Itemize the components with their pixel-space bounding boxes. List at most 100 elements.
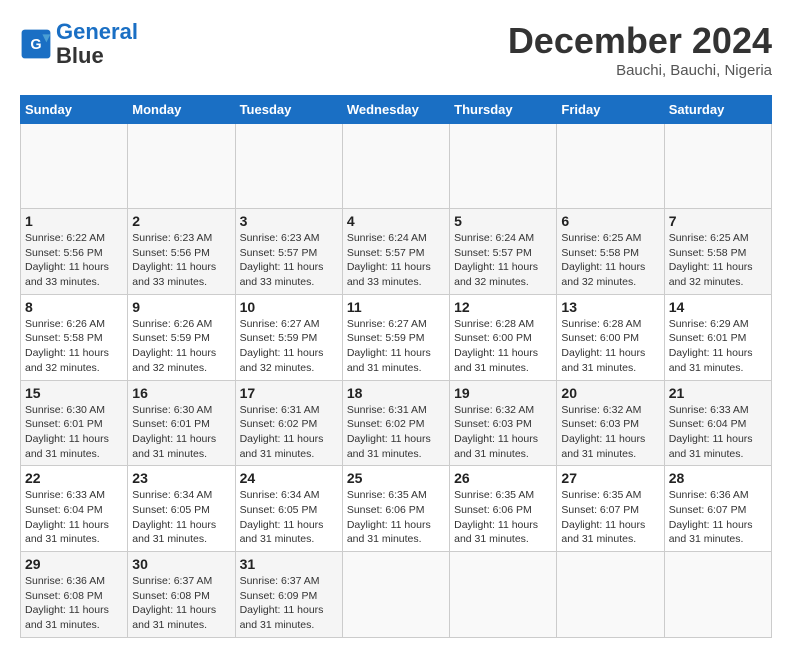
- day-cell: 23Sunrise: 6:34 AMSunset: 6:05 PMDayligh…: [128, 466, 235, 552]
- day-number: 19: [454, 385, 552, 401]
- day-number: 22: [25, 470, 123, 486]
- day-info: Sunrise: 6:33 AMSunset: 6:04 PMDaylight:…: [669, 403, 767, 462]
- day-cell: 2 Sunrise: 6:23 AMSunset: 5:56 PMDaylight…: [128, 209, 235, 295]
- day-info: Sunrise: 6:27 AMSunset: 5:59 PMDaylight:…: [240, 317, 338, 376]
- day-number: 16: [132, 385, 230, 401]
- day-number: 26: [454, 470, 552, 486]
- col-header-wednesday: Wednesday: [342, 96, 449, 124]
- day-cell: [664, 124, 771, 209]
- day-number: 9: [132, 299, 230, 315]
- day-info: Sunrise: 6:33 AMSunset: 6:04 PMDaylight:…: [25, 488, 123, 547]
- day-cell: [450, 124, 557, 209]
- day-cell: 14 Sunrise: 6:29 AMSunset: 6:01 PMDayligh…: [664, 294, 771, 380]
- col-header-monday: Monday: [128, 96, 235, 124]
- day-cell: 30 Sunrise: 6:37 AMSunset: 6:08 PMDayligh…: [128, 552, 235, 638]
- logo-line1: General: [56, 19, 138, 44]
- day-number: 21: [669, 385, 767, 401]
- day-cell: [235, 124, 342, 209]
- col-header-sunday: Sunday: [21, 96, 128, 124]
- location: Bauchi, Bauchi, Nigeria: [508, 62, 772, 79]
- day-cell: 31 Sunrise: 6:37 AMSunset: 6:09 PMDayligh…: [235, 552, 342, 638]
- day-cell: 11Sunrise: 6:27 AMSunset: 5:59 PMDayligh…: [342, 294, 449, 380]
- day-number: 15: [25, 385, 123, 401]
- day-number: 1: [25, 213, 123, 229]
- day-number: 24: [240, 470, 338, 486]
- day-info: Sunrise: 6:36 AMSunset: 6:07 PMDaylight:…: [669, 488, 767, 547]
- day-cell: 28 Sunrise: 6:36 AMSunset: 6:07 PMDayligh…: [664, 466, 771, 552]
- week-row-2: 1Sunrise: 6:22 AMSunset: 5:56 PMDaylight…: [21, 209, 772, 295]
- day-info: Sunrise: 6:25 AMSunset: 5:58 PMDaylight:…: [669, 231, 767, 290]
- day-info: Sunrise: 6:23 AMSunset: 5:57 PMDaylight:…: [240, 231, 338, 290]
- day-number: 27: [561, 470, 659, 486]
- day-info: Sunrise: 6:37 AMSunset: 6:09 PMDaylight:…: [240, 574, 338, 633]
- day-number: 20: [561, 385, 659, 401]
- month-title: December 2024: [508, 20, 772, 62]
- day-number: 28: [669, 470, 767, 486]
- day-info: Sunrise: 6:37 AMSunset: 6:08 PMDaylight:…: [132, 574, 230, 633]
- day-number: 6: [561, 213, 659, 229]
- day-number: 29: [25, 556, 123, 572]
- day-info: Sunrise: 6:26 AMSunset: 5:59 PMDaylight:…: [132, 317, 230, 376]
- day-number: 30: [132, 556, 230, 572]
- day-cell: [342, 552, 449, 638]
- day-info: Sunrise: 6:27 AMSunset: 5:59 PMDaylight:…: [347, 317, 445, 376]
- day-cell: 13 Sunrise: 6:28 AMSunset: 6:00 PMDayligh…: [557, 294, 664, 380]
- day-info: Sunrise: 6:23 AMSunset: 5:56 PMDaylight:…: [132, 231, 230, 290]
- day-number: 31: [240, 556, 338, 572]
- day-cell: 7 Sunrise: 6:25 AMSunset: 5:58 PMDaylight…: [664, 209, 771, 295]
- day-cell: 5Sunrise: 6:24 AMSunset: 5:57 PMDaylight…: [450, 209, 557, 295]
- day-cell: 10Sunrise: 6:27 AMSunset: 5:59 PMDayligh…: [235, 294, 342, 380]
- day-cell: 21 Sunrise: 6:33 AMSunset: 6:04 PMDayligh…: [664, 380, 771, 466]
- day-cell: 25Sunrise: 6:35 AMSunset: 6:06 PMDayligh…: [342, 466, 449, 552]
- col-header-friday: Friday: [557, 96, 664, 124]
- calendar-header-row: SundayMondayTuesdayWednesdayThursdayFrid…: [21, 96, 772, 124]
- day-cell: 18Sunrise: 6:31 AMSunset: 6:02 PMDayligh…: [342, 380, 449, 466]
- day-number: 25: [347, 470, 445, 486]
- calendar: SundayMondayTuesdayWednesdayThursdayFrid…: [20, 95, 772, 638]
- day-cell: [128, 124, 235, 209]
- day-cell: 3 Sunrise: 6:23 AMSunset: 5:57 PMDaylight…: [235, 209, 342, 295]
- day-number: 8: [25, 299, 123, 315]
- day-info: Sunrise: 6:26 AMSunset: 5:58 PMDaylight:…: [25, 317, 123, 376]
- col-header-thursday: Thursday: [450, 96, 557, 124]
- day-cell: [450, 552, 557, 638]
- day-cell: 6 Sunrise: 6:25 AMSunset: 5:58 PMDaylight…: [557, 209, 664, 295]
- day-cell: 8 Sunrise: 6:26 AMSunset: 5:58 PMDaylight…: [21, 294, 128, 380]
- day-info: Sunrise: 6:30 AMSunset: 6:01 PMDaylight:…: [25, 403, 123, 462]
- week-row-1: [21, 124, 772, 209]
- day-number: 14: [669, 299, 767, 315]
- day-number: 3: [240, 213, 338, 229]
- day-number: 23: [132, 470, 230, 486]
- day-cell: [557, 552, 664, 638]
- day-cell: 20Sunrise: 6:32 AMSunset: 6:03 PMDayligh…: [557, 380, 664, 466]
- day-info: Sunrise: 6:32 AMSunset: 6:03 PMDaylight:…: [454, 403, 552, 462]
- day-cell: [664, 552, 771, 638]
- day-info: Sunrise: 6:25 AMSunset: 5:58 PMDaylight:…: [561, 231, 659, 290]
- day-cell: 4 Sunrise: 6:24 AMSunset: 5:57 PMDaylight…: [342, 209, 449, 295]
- day-number: 4: [347, 213, 445, 229]
- day-cell: 17Sunrise: 6:31 AMSunset: 6:02 PMDayligh…: [235, 380, 342, 466]
- day-number: 5: [454, 213, 552, 229]
- day-info: Sunrise: 6:28 AMSunset: 6:00 PMDaylight:…: [561, 317, 659, 376]
- logo-icon: G: [20, 28, 52, 60]
- day-cell: 29Sunrise: 6:36 AMSunset: 6:08 PMDayligh…: [21, 552, 128, 638]
- day-cell: 26Sunrise: 6:35 AMSunset: 6:06 PMDayligh…: [450, 466, 557, 552]
- day-number: 2: [132, 213, 230, 229]
- day-cell: 9 Sunrise: 6:26 AMSunset: 5:59 PMDaylight…: [128, 294, 235, 380]
- day-number: 12: [454, 299, 552, 315]
- week-row-6: 29Sunrise: 6:36 AMSunset: 6:08 PMDayligh…: [21, 552, 772, 638]
- day-info: Sunrise: 6:28 AMSunset: 6:00 PMDaylight:…: [454, 317, 552, 376]
- week-row-5: 22 Sunrise: 6:33 AMSunset: 6:04 PMDayligh…: [21, 466, 772, 552]
- day-number: 18: [347, 385, 445, 401]
- day-cell: 19 Sunrise: 6:32 AMSunset: 6:03 PMDayligh…: [450, 380, 557, 466]
- col-header-saturday: Saturday: [664, 96, 771, 124]
- day-number: 7: [669, 213, 767, 229]
- day-info: Sunrise: 6:34 AMSunset: 6:05 PMDaylight:…: [240, 488, 338, 547]
- day-cell: 16Sunrise: 6:30 AMSunset: 6:01 PMDayligh…: [128, 380, 235, 466]
- day-number: 13: [561, 299, 659, 315]
- logo-line2: Blue: [56, 43, 104, 68]
- day-info: Sunrise: 6:29 AMSunset: 6:01 PMDaylight:…: [669, 317, 767, 376]
- day-info: Sunrise: 6:24 AMSunset: 5:57 PMDaylight:…: [347, 231, 445, 290]
- page-header: G General Blue December 2024 Bauchi, Bau…: [20, 20, 772, 79]
- svg-text:G: G: [30, 37, 41, 53]
